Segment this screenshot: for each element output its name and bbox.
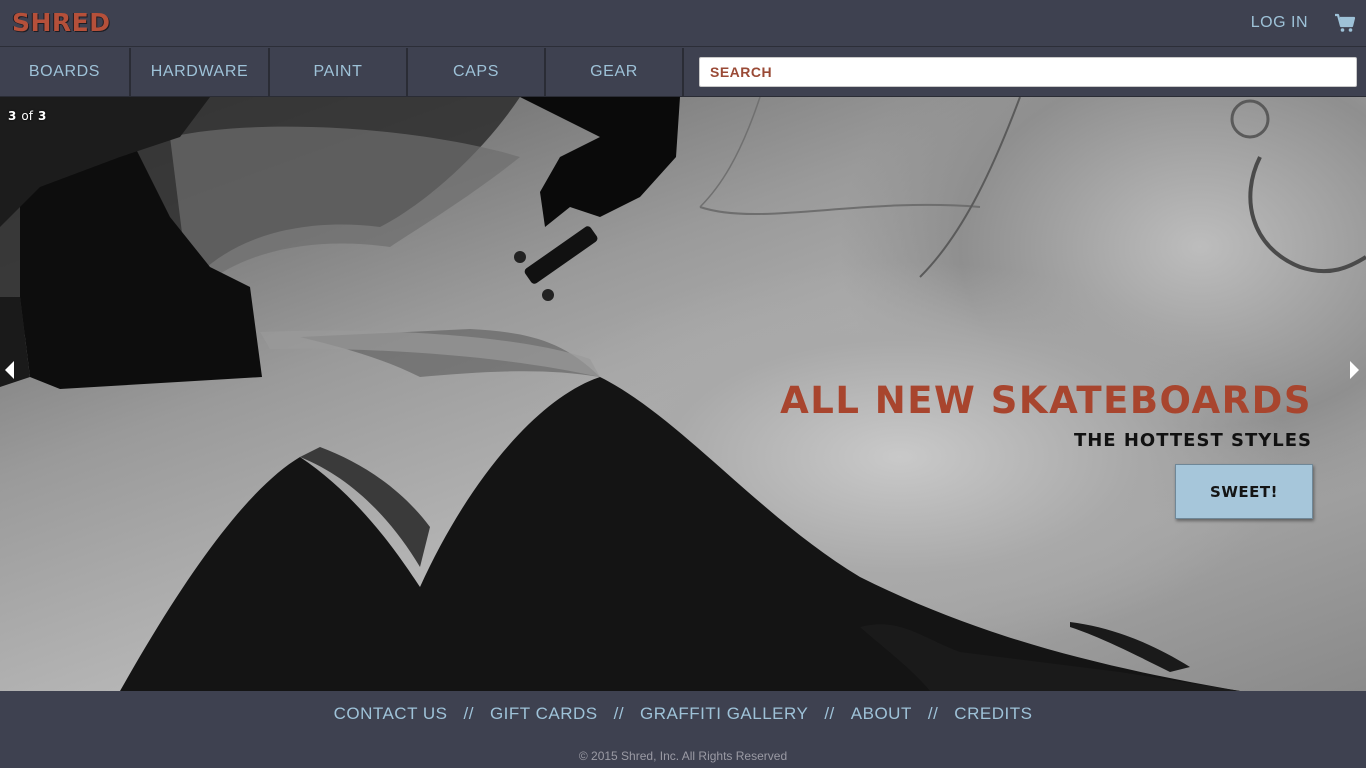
- slide-counter: 3 of 3: [8, 109, 46, 123]
- nav-item-paint[interactable]: PAINT: [270, 48, 408, 96]
- main-nav: BOARDS HARDWARE PAINT CAPS GEAR: [0, 48, 1366, 97]
- nav-item-hardware[interactable]: HARDWARE: [131, 48, 270, 96]
- slide-current: 3: [8, 109, 17, 123]
- chevron-left-icon[interactable]: [2, 359, 16, 381]
- footer-separator: //: [613, 704, 625, 723]
- slide-total: 3: [37, 109, 47, 123]
- sweet-button[interactable]: SWEET!: [1175, 464, 1313, 519]
- nav-item-boards[interactable]: BOARDS: [0, 48, 131, 96]
- hero-subtitle: THE HOTTEST STYLES: [1073, 430, 1312, 451]
- footer-separator: //: [927, 704, 939, 723]
- footer-link-credits[interactable]: CREDITS: [954, 704, 1032, 724]
- footer-link-graffiti-gallery[interactable]: GRAFFITI GALLERY: [640, 704, 808, 724]
- footer-link-contact-us[interactable]: CONTACT US: [334, 704, 448, 724]
- chevron-right-icon[interactable]: [1348, 359, 1362, 381]
- nav-item-caps[interactable]: CAPS: [408, 48, 546, 96]
- footer-link-gift-cards[interactable]: GIFT CARDS: [490, 704, 598, 724]
- footer-separator: //: [824, 704, 835, 723]
- top-bar: SHRED LOG IN: [0, 0, 1366, 47]
- hero-carousel: 3 of 3 ALL NEW SKATEBOARDS THE HOTTEST STY…: [0, 97, 1366, 691]
- shred-logo[interactable]: SHRED: [12, 8, 111, 37]
- copyright-text: © 2015 Shred, Inc. All Rights Reserved: [578, 749, 788, 763]
- slide-of-label: of: [21, 109, 33, 123]
- nav-item-gear[interactable]: GEAR: [546, 48, 684, 96]
- login-link[interactable]: LOG IN: [1251, 14, 1308, 32]
- footer-link-about[interactable]: ABOUT: [851, 704, 912, 724]
- footer-separator: //: [463, 704, 474, 723]
- hero-title: ALL NEW SKATEBOARDS: [780, 379, 1312, 422]
- shopping-cart-icon[interactable]: [1334, 13, 1356, 33]
- footer-links: CONTACT US // GIFT CARDS // GRAFFITI GAL…: [0, 704, 1366, 724]
- footer: CONTACT US // GIFT CARDS // GRAFFITI GAL…: [0, 691, 1366, 768]
- search-input[interactable]: [699, 57, 1357, 87]
